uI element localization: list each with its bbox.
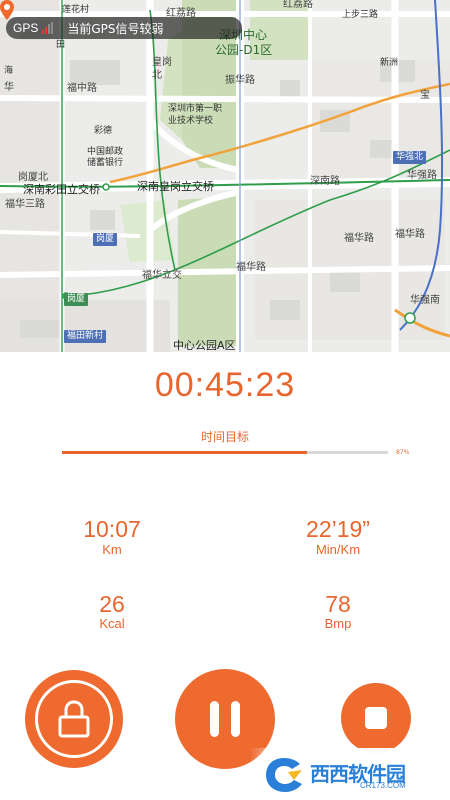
- watermark: 西西软件园 CR173.COM: [250, 748, 450, 800]
- map-label-fuhua-3: 福华三路: [5, 199, 45, 210]
- pace-value: 22’19”: [306, 516, 370, 542]
- elapsed-timer: 00:45:23: [154, 366, 296, 404]
- map-label-gangxia-2: 岗厦: [64, 293, 89, 306]
- map-label-zhenhua: 振华路: [225, 75, 255, 86]
- map-label-hua: 华: [4, 82, 14, 93]
- map-label-gangxia: 岗厦: [93, 233, 118, 246]
- gps-signal-icon: [42, 22, 54, 34]
- stop-icon: [365, 707, 387, 729]
- lock-button-ring: [35, 680, 113, 758]
- pace-unit: Min/Km: [315, 542, 361, 557]
- map-label-central-park: 中心公园A区: [173, 339, 236, 352]
- map-label-shangbu: 上步三路: [342, 10, 379, 20]
- map-label-tian: 田: [56, 40, 66, 50]
- distance-unit: Km: [102, 542, 122, 557]
- map-label-shennan-huanggang: 深南皇岗立交桥: [137, 180, 214, 193]
- map-label-shenzhen-first: 深圳市第一职: [168, 104, 223, 114]
- stop-button[interactable]: [341, 683, 411, 753]
- watermark-subtitle: CR173.COM: [360, 781, 406, 790]
- map-label-bao: 宝: [420, 90, 430, 101]
- map-label-gangxia-bei: 岗厦北: [18, 172, 48, 183]
- calories-value: 26: [99, 591, 125, 617]
- route-map[interactable]: 莲花村 红荔路 红荔路 上步三路 田 深圳中心 公园-D1区 皇岗 北 新洲 海…: [0, 0, 450, 352]
- watermark-logo-icon: [266, 758, 302, 792]
- map-label-huaqiang-road: 华强路: [407, 170, 437, 181]
- heart-rate-unit: Bmp: [324, 616, 352, 631]
- lock-icon: [58, 700, 90, 738]
- gps-label: GPS: [13, 21, 39, 35]
- map-label-hai: 海: [4, 66, 14, 76]
- gps-warning-text: 当前GPS信号较弱: [67, 21, 164, 36]
- map-label-huaqiang-bei: 华强北: [393, 151, 427, 164]
- map-label-shennan-caitian: 深南彩田立交桥: [23, 183, 100, 196]
- time-goal-label: 时间目标: [200, 430, 249, 444]
- map-label-lianhuacun: 莲花村: [62, 5, 90, 15]
- map-label-huanggang: 皇岗: [152, 57, 172, 68]
- goal-progress-bar: [62, 451, 388, 454]
- map-label-park-d1: 公园-D1区: [215, 43, 273, 57]
- map-label-fuhua-road-3: 福华路: [236, 262, 266, 273]
- map-label-xinzhou: 新洲: [380, 58, 399, 68]
- map-label-huaqiang-south: 华强南: [410, 295, 440, 306]
- map-label-fuhua-lijiao: 福华立交: [142, 270, 182, 281]
- map-label-huanggang-2: 北: [152, 70, 162, 81]
- map-label-fuzhong: 福中路: [67, 83, 97, 94]
- map-label-fuhua-road: 福华路: [344, 233, 374, 244]
- calories-unit: Kcal: [99, 616, 125, 631]
- map-label-hongli-2: 红荔路: [283, 0, 313, 10]
- goal-progress-fill: [62, 451, 307, 454]
- map-label-fuhua-road-2: 福华路: [395, 229, 425, 240]
- map-label-caitian: 彩德: [94, 126, 113, 136]
- map-label-shennan-road: 深南路: [310, 176, 340, 187]
- map-label-futian-xincun: 福田新村: [64, 330, 107, 343]
- heart-rate-value: 78: [325, 591, 351, 617]
- goal-progress-percent: 87%: [396, 449, 410, 456]
- map-label-tech-school: 业技术学校: [168, 116, 214, 126]
- pause-icon: [210, 701, 240, 737]
- distance-value: 10:07: [83, 516, 141, 542]
- map-label-china-post-2: 储蓄银行: [87, 158, 124, 168]
- map-label-china-post: 中国邮政: [87, 147, 124, 157]
- lock-button[interactable]: [25, 670, 123, 768]
- gps-status-bar: GPS 当前GPS信号较弱: [6, 17, 242, 39]
- workout-screen: 莲花村 红荔路 红荔路 上步三路 田 深圳中心 公园-D1区 皇岗 北 新洲 海…: [0, 0, 450, 800]
